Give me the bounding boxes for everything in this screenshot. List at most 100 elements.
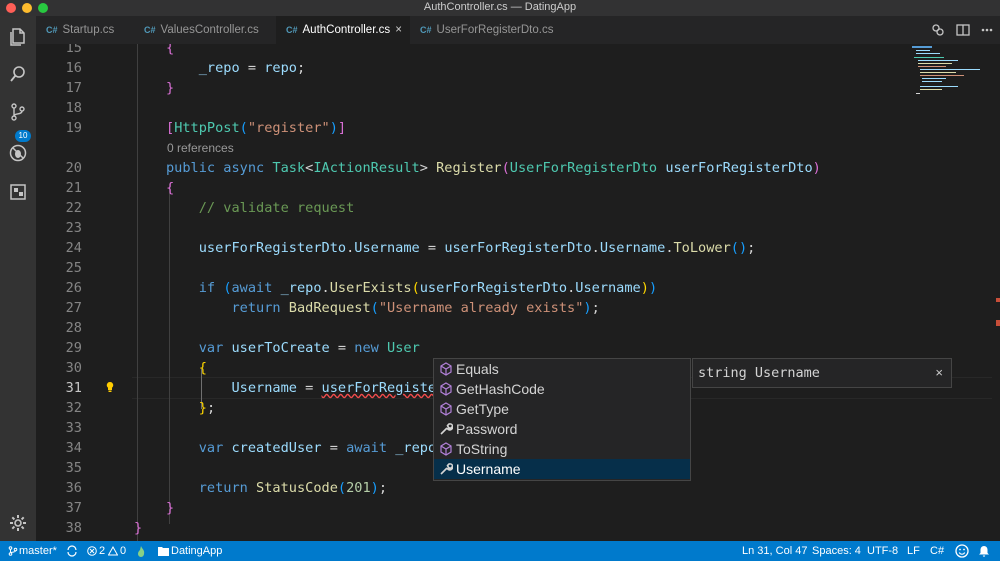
sync-icon[interactable] [66, 545, 78, 557]
line-number: 15 [65, 44, 82, 56]
suggestion-item[interactable]: ToString [434, 439, 690, 459]
method-cube-icon [440, 442, 452, 456]
error-icon[interactable] [87, 546, 97, 556]
method-cube-icon [440, 362, 452, 376]
suggestion-label: Equals [456, 361, 499, 377]
method-cube-icon [440, 402, 452, 416]
warning-icon[interactable] [108, 546, 118, 556]
tab-label: Startup.cs [62, 24, 115, 36]
source-control-icon[interactable] [8, 102, 28, 122]
tab-auth-controller[interactable]: C# AuthController.cs × [276, 16, 410, 44]
line-number: 24 [65, 240, 82, 256]
tab-startup[interactable]: C# Startup.cs [36, 16, 134, 44]
code-line: 20 public async Task<IActionResult> Regis… [36, 158, 1000, 178]
line-number: 17 [65, 80, 82, 96]
title-bar: AuthController.cs — DatingApp [0, 0, 1000, 16]
code-line: 16 _repo = repo; [36, 58, 1000, 78]
tab-values-controller[interactable]: C# ValuesController.cs [134, 16, 276, 44]
cursor-position[interactable]: Ln 31, Col 47 [742, 541, 807, 561]
line-number: 35 [65, 460, 82, 476]
folder-icon [158, 547, 169, 556]
line-number: 32 [65, 400, 82, 416]
file-encoding[interactable]: UTF-8 [867, 541, 898, 561]
search-icon[interactable] [8, 64, 28, 84]
activity-bar: 10 [0, 16, 36, 541]
lightbulb-icon[interactable] [106, 382, 114, 392]
line-number: 22 [65, 200, 82, 216]
code-line: 21{ [36, 178, 1000, 198]
editor-tab-bar: C# Startup.cs C# ValuesController.cs C# Aut… [36, 16, 1000, 44]
suggestion-detail: string Username × [692, 358, 952, 388]
warning-count[interactable]: 0 [120, 541, 126, 561]
code-line: 29 var userToCreate = new User [36, 338, 1000, 358]
minimap[interactable] [910, 44, 1000, 104]
line-number: 27 [65, 300, 82, 316]
suggestion-item-selected[interactable]: Username [434, 459, 690, 479]
indentation[interactable]: Spaces: 4 [812, 541, 861, 561]
line-number: 34 [65, 440, 82, 456]
tab-user-for-register-dto[interactable]: C# UserForRegisterDto.cs [410, 16, 560, 44]
line-number: 31 [65, 380, 82, 396]
branch-name[interactable]: master* [19, 541, 57, 561]
code-line: 25 [36, 258, 1000, 278]
flame-icon[interactable] [136, 545, 146, 557]
line-number: 33 [65, 420, 82, 436]
notifications-bell-icon[interactable] [978, 545, 990, 557]
end-of-line[interactable]: LF [907, 541, 920, 561]
code-line: 24 userForRegisterDto.Username = userFor… [36, 238, 1000, 258]
tab-label: UserForRegisterDto.cs [436, 24, 554, 36]
method-cube-icon [440, 382, 452, 396]
line-number: 16 [65, 60, 82, 76]
status-bar: master* 2 0 DatingApp Ln 31, Col 47 Spac… [0, 541, 1000, 561]
codelens-references[interactable]: 0 references [167, 141, 234, 155]
more-actions-icon[interactable] [980, 23, 994, 37]
open-changes-icon[interactable] [931, 23, 945, 37]
close-detail-icon[interactable]: × [935, 359, 943, 387]
suggestion-label: ToString [456, 441, 508, 457]
suggestion-label: GetType [456, 401, 509, 417]
csharp-file-icon: C# [144, 25, 156, 35]
error-count[interactable]: 2 [99, 541, 105, 561]
line-number: 18 [65, 100, 82, 116]
scrollbar-error-marker [996, 320, 1000, 326]
line-number: 38 [65, 520, 82, 536]
close-tab-icon[interactable]: × [395, 16, 402, 44]
code-line: 23 [36, 218, 1000, 238]
code-line: 18 [36, 98, 1000, 118]
gear-icon[interactable] [8, 513, 28, 533]
csharp-file-icon: C# [286, 25, 298, 35]
wrench-icon [440, 463, 453, 475]
csharp-file-icon: C# [46, 25, 58, 35]
extensions-icon[interactable] [8, 182, 28, 202]
git-branch-icon [8, 546, 18, 556]
suggestion-item[interactable]: Password [434, 419, 690, 439]
source-control-badge: 10 [15, 130, 31, 142]
tab-label: AuthController.cs [302, 24, 391, 36]
code-line: 15{ [36, 44, 1000, 58]
suggestion-item[interactable]: GetHashCode [434, 379, 690, 399]
tab-label: ValuesController.cs [160, 24, 259, 36]
explorer-icon[interactable] [8, 26, 28, 46]
line-number: 28 [65, 320, 82, 336]
suggestion-label: Username [456, 461, 521, 477]
line-number: 25 [65, 260, 82, 276]
suggestion-label: Password [456, 421, 518, 437]
code-line: 19 [HttpPost("register")] [36, 118, 1000, 138]
smiley-feedback-icon[interactable] [955, 544, 969, 558]
debug-icon[interactable] [8, 143, 28, 163]
code-line: 26 if (await _repo.UserExists(userForReg… [36, 278, 1000, 298]
suggestion-list: Equals GetHashCode GetType Password ToSt… [433, 358, 691, 481]
line-number: 19 [65, 120, 82, 136]
suggestion-item[interactable]: GetType [434, 399, 690, 419]
suggestion-label: GetHashCode [456, 381, 545, 397]
code-line: 36 return StatusCode(201); [36, 478, 1000, 498]
window-title: AuthController.cs — DatingApp [423, 1, 577, 13]
code-line: 28 [36, 318, 1000, 338]
code-line: 22 // validate request [36, 198, 1000, 218]
suggestion-item[interactable]: Equals [434, 359, 690, 379]
code-line: 38} [36, 518, 1000, 538]
language-mode[interactable]: C# [930, 541, 944, 561]
code-line: 17} [36, 78, 1000, 98]
split-editor-icon[interactable] [956, 23, 970, 37]
workspace-folder[interactable]: DatingApp [171, 541, 222, 561]
